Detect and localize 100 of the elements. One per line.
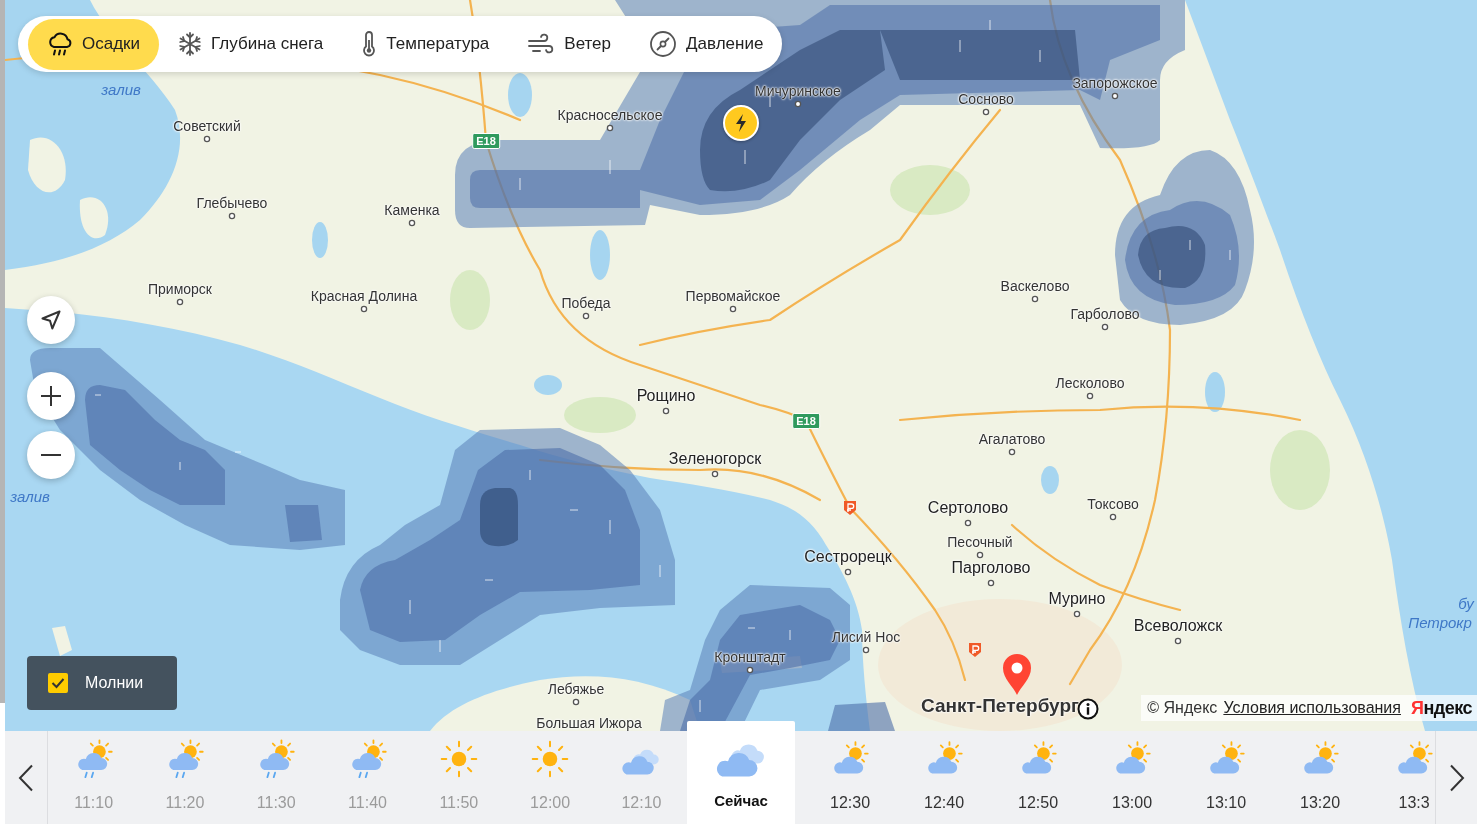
place-label: Первомайское	[685, 287, 781, 305]
lake	[312, 222, 328, 258]
time-slot[interactable]: 12:30	[803, 731, 898, 824]
layer-tab[interactable]: Температура	[342, 18, 509, 70]
water-label: залив	[101, 81, 141, 99]
town-marker-icon	[606, 124, 614, 132]
lake	[508, 73, 532, 117]
place-label: Красносельское	[557, 106, 663, 124]
town-marker-icon	[711, 470, 719, 478]
place-label: Мурино	[1048, 589, 1106, 609]
toggle-label: Молнии	[85, 674, 144, 692]
place-label: Мичуринское	[755, 82, 841, 100]
town-marker-icon	[1174, 637, 1182, 645]
place-label: Советский	[173, 117, 241, 135]
navigation-arrow-icon	[39, 308, 63, 332]
layer-tab[interactable]: Давление	[630, 18, 783, 70]
town-marker-icon	[1086, 392, 1094, 400]
town-marker-icon	[408, 219, 416, 227]
place-label: Каменка	[384, 201, 440, 219]
place-label: Парголово	[951, 558, 1031, 578]
terms-link[interactable]: Условия использования	[1223, 699, 1401, 717]
town-marker-icon	[572, 698, 580, 706]
time-slot[interactable]: Сейчас	[687, 721, 796, 824]
place-label: Кронштадт	[714, 648, 786, 666]
layer-tab[interactable]: Осадки	[28, 18, 160, 70]
place-label: Песочный	[947, 533, 1013, 551]
place-label: Сестрорецк	[804, 547, 892, 567]
location-pin-icon	[1001, 652, 1033, 696]
lake	[590, 230, 610, 280]
lake	[1205, 372, 1225, 412]
water-label: залив	[10, 488, 50, 506]
town-marker-icon	[662, 407, 670, 415]
town-marker-icon	[844, 568, 852, 576]
place-label: Приморск	[148, 280, 212, 298]
place-label: Сосново	[958, 90, 1014, 108]
rain-cloud-icon	[47, 32, 73, 56]
sun-icon	[438, 739, 479, 779]
island	[28, 137, 66, 193]
time-slot[interactable]: 13:00	[1085, 731, 1180, 824]
place-label: Агалатово	[978, 430, 1046, 448]
zoom-in-button[interactable]	[27, 372, 75, 420]
place-label: Зеленогорск	[668, 449, 762, 469]
shield-icon	[968, 642, 982, 658]
place-label: Лисий Нос	[831, 628, 901, 646]
town-marker-icon	[982, 108, 990, 116]
time-slot[interactable]: 12:40	[897, 731, 992, 824]
place-label: Васкелово	[1000, 277, 1070, 295]
plus-icon	[39, 384, 63, 408]
copyright-text: © Яндекс	[1147, 699, 1218, 717]
sun-icon	[530, 739, 571, 779]
town-marker-icon	[862, 646, 870, 654]
time-slot[interactable]: 13:20	[1273, 731, 1368, 824]
forest-area	[564, 397, 636, 433]
water-label: Петрокр	[1408, 614, 1472, 632]
town-marker-icon	[582, 312, 590, 320]
place-label: Всеволожск	[1133, 616, 1223, 636]
town-marker-icon	[976, 551, 984, 559]
logo[interactable]: Яндекс	[1410, 697, 1472, 719]
info-icon[interactable]	[1077, 698, 1099, 720]
island	[79, 197, 109, 239]
town-marker-icon	[203, 135, 211, 143]
place-label: Рощино	[636, 386, 696, 406]
checkbox[interactable]	[48, 673, 68, 693]
town-marker-icon	[729, 305, 737, 313]
town-marker-icon	[1101, 323, 1109, 331]
time-slot[interactable]: 13:3	[1367, 731, 1436, 824]
route-sign: E18	[472, 133, 500, 149]
town-marker-icon	[1031, 295, 1039, 303]
place-label: Санкт-Петербург	[921, 695, 1079, 717]
town-marker-icon	[794, 100, 802, 108]
time-slot[interactable]: 12:50	[991, 731, 1086, 824]
forest-area	[450, 270, 490, 330]
town-marker-icon	[176, 298, 184, 306]
place-label: Токсово	[1087, 495, 1139, 513]
lightning-toggle[interactable]: Молнии	[27, 656, 177, 710]
layer-tab[interactable]: Ветер	[508, 18, 631, 70]
route-sign: E18	[792, 413, 820, 429]
locate-button[interactable]	[27, 296, 75, 344]
town-marker-icon	[1073, 610, 1081, 618]
zoom-out-button[interactable]	[27, 431, 75, 479]
town-marker-icon	[228, 212, 236, 220]
snowflake-icon	[178, 32, 203, 56]
lake	[1041, 466, 1059, 494]
town-marker-icon	[1008, 448, 1016, 456]
time-slot[interactable]: 13:10	[1179, 731, 1274, 824]
lake	[534, 375, 562, 395]
minus-icon	[39, 453, 63, 457]
place-label: Победа	[561, 294, 611, 312]
wind-icon	[527, 33, 556, 55]
place-label: Большая Ижора	[536, 714, 642, 731]
town-marker-icon	[360, 305, 368, 313]
town-marker-icon	[1111, 92, 1119, 100]
layer-tab[interactable]: Глубина снега	[159, 18, 343, 70]
town-marker-icon	[987, 579, 995, 587]
place-label: Гарболово	[1070, 305, 1140, 323]
place-label: Сертолово	[927, 498, 1009, 518]
town-marker-icon	[964, 519, 972, 527]
map-background[interactable]	[5, 0, 1477, 731]
place-label: Лебяжье	[547, 680, 605, 698]
place-label: Лесколово	[1055, 374, 1125, 392]
